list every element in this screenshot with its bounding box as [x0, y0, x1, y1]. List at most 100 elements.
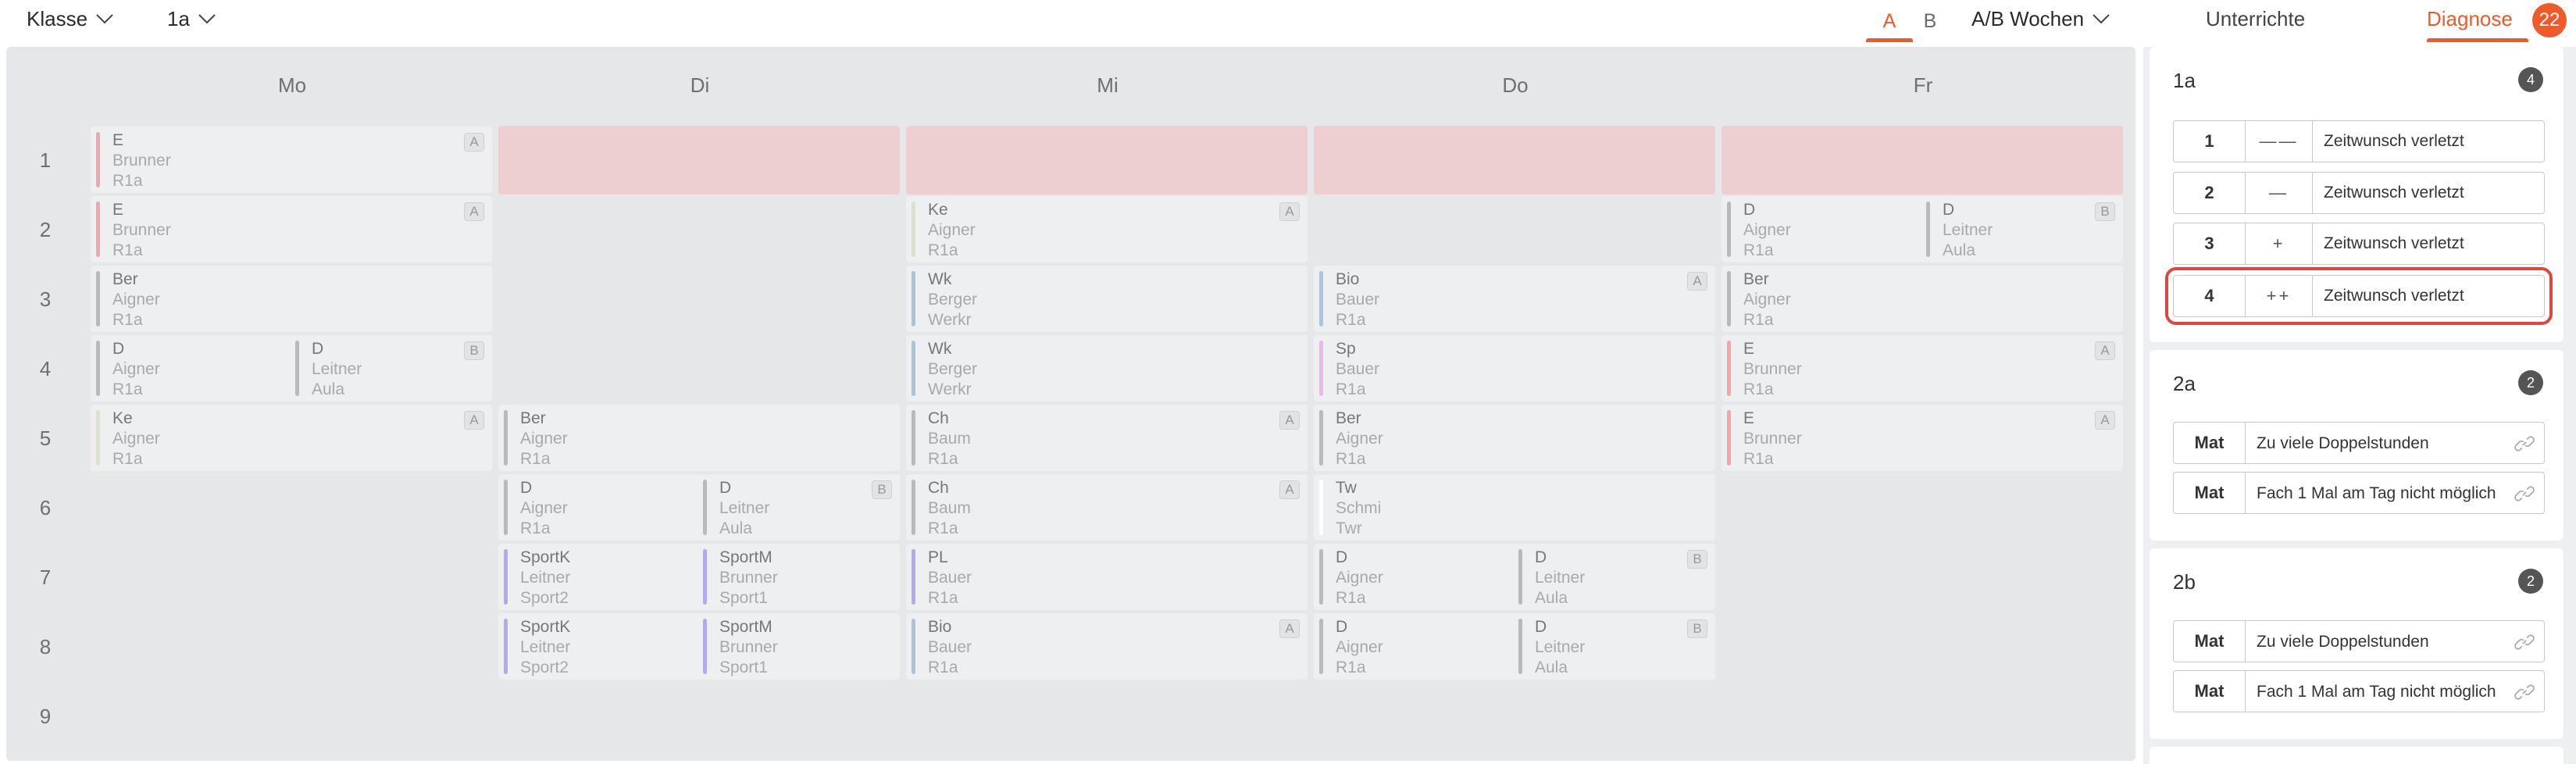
class-dropdown[interactable]: 1a	[167, 0, 216, 37]
lesson-room: R1a	[1336, 589, 1366, 607]
subject-color-bar	[96, 410, 100, 466]
lesson[interactable]: E Brunner R1a A	[1721, 405, 2123, 471]
diagnose-row[interactable]: Mat Zu viele Doppelstunden	[2173, 620, 2545, 662]
lesson-card[interactable]: SportK Leitner Sport2 SportM Brunner Sport1	[498, 544, 900, 610]
diagnose-row[interactable]: Mat Fach 1 Mal am Tag nicht möglich	[2173, 670, 2545, 712]
link-icon[interactable]	[2514, 682, 2535, 702]
lesson-card[interactable]: Ch Baum R1a A	[906, 474, 1308, 541]
lesson-teacher: Berger	[928, 360, 978, 378]
diagnose-row[interactable]: Mat Zu viele Doppelstunden	[2173, 422, 2545, 464]
blocked-slot[interactable]	[498, 126, 900, 194]
lesson[interactable]: SportK Leitner Sport2	[498, 613, 698, 680]
lesson-card[interactable]: E Brunner R1a A	[1721, 405, 2123, 471]
day-header-do: Do	[1502, 73, 1529, 97]
lesson-card[interactable]: Wk Berger Werkr	[906, 266, 1308, 332]
lesson-card[interactable]: E Brunner R1a A	[91, 196, 492, 262]
lesson[interactable]: D Aigner R1a	[91, 335, 290, 401]
lesson[interactable]: D Aigner R1a	[1314, 613, 1513, 680]
lesson[interactable]: E Brunner R1a A	[1721, 335, 2123, 401]
lesson-room: R1a	[928, 589, 958, 607]
lesson[interactable]: SportM Brunner Sport1	[698, 613, 900, 680]
lesson-card[interactable]: D Aigner R1a D Leitner Aula B	[91, 335, 492, 401]
lesson-card[interactable]: Tw Schmi Twr	[1314, 474, 1715, 541]
row-message: Fach 1 Mal am Tag nicht möglich	[2257, 484, 2496, 502]
subject-color-bar	[1727, 271, 1731, 327]
lesson-card[interactable]: Sp Bauer R1a	[1314, 335, 1715, 401]
lesson-card[interactable]: E Brunner R1a A	[1721, 335, 2123, 401]
lesson[interactable]: Ke Aigner R1a A	[91, 405, 492, 471]
lesson-card[interactable]: Wk Berger Werkr	[906, 335, 1308, 401]
lesson[interactable]: SportK Leitner Sport2	[498, 544, 698, 610]
lesson-card[interactable]: D Aigner R1a D Leitner Aula B	[498, 474, 900, 541]
lesson[interactable]: Ch Baum R1a A	[906, 474, 1308, 541]
lesson-card[interactable]: D Aigner R1a D Leitner Aula B	[1721, 196, 2123, 262]
blocked-slot[interactable]	[906, 126, 1308, 194]
lesson[interactable]: E Brunner R1a A	[91, 196, 492, 262]
lesson-card[interactable]: Ber Aigner R1a	[1314, 405, 1715, 471]
lesson-teacher: Aigner	[1336, 569, 1383, 587]
lesson-card[interactable]: Ke Aigner R1a A	[906, 196, 1308, 262]
lesson-card[interactable]: Bio Bauer R1a A	[1314, 266, 1715, 332]
lesson-card[interactable]: Ber Aigner R1a	[91, 266, 492, 332]
lesson[interactable]: PL Bauer R1a	[906, 544, 1308, 610]
lesson[interactable]: SportM Brunner Sport1	[698, 544, 900, 610]
diagnose-row[interactable]: Mat Fach 1 Mal am Tag nicht möglich	[2173, 472, 2545, 514]
week-b-tab[interactable]: B	[1914, 0, 1946, 42]
diagnose-row[interactable]: 1 —— Zeitwunsch verletzt	[2173, 120, 2545, 162]
lesson[interactable]: Sp Bauer R1a	[1314, 335, 1715, 401]
lesson[interactable]: Wk Berger Werkr	[906, 335, 1308, 401]
lesson-room: Werkr	[928, 380, 972, 398]
lesson[interactable]: D Leitner Aula B	[1513, 613, 1715, 680]
lesson-room: R1a	[928, 519, 958, 537]
lesson[interactable]: Ke Aigner R1a A	[906, 196, 1308, 262]
lesson-card[interactable]: D Aigner R1a D Leitner Aula B	[1314, 613, 1715, 680]
lesson[interactable]: D Leitner Aula B	[1921, 196, 2123, 262]
lesson-room: R1a	[1336, 311, 1366, 329]
lesson-subject: SportM	[719, 618, 772, 636]
klasse-dropdown[interactable]: Klasse	[27, 0, 114, 37]
week-a-tab[interactable]: A	[1866, 0, 1913, 42]
lesson[interactable]: Bio Bauer R1a A	[1314, 266, 1715, 332]
lesson[interactable]: Tw Schmi Twr	[1314, 474, 1715, 541]
lesson-card[interactable]: Bio Bauer R1a A	[906, 613, 1308, 680]
lesson-subject: E	[112, 201, 124, 219]
subject-color-bar	[912, 549, 915, 605]
week-tag: A	[1279, 202, 1300, 221]
lesson[interactable]: Bio Bauer R1a A	[906, 613, 1308, 680]
lesson[interactable]: E Brunner R1a A	[91, 127, 492, 193]
lesson-card[interactable]: D Aigner R1a D Leitner Aula B	[1314, 544, 1715, 610]
lesson[interactable]: D Aigner R1a	[498, 474, 698, 541]
link-icon[interactable]	[2514, 434, 2535, 454]
lesson[interactable]: Ber Aigner R1a	[498, 405, 900, 471]
diagnose-row-selected[interactable]: 4 ++ Zeitwunsch verletzt	[2165, 267, 2553, 325]
lesson[interactable]: Ber Aigner R1a	[91, 266, 492, 332]
ab-weeks-dropdown[interactable]: A/B Wochen	[1971, 0, 2110, 37]
lesson[interactable]: D Leitner Aula B	[290, 335, 492, 401]
lesson-card[interactable]: Ber Aigner R1a	[1721, 266, 2123, 332]
lesson[interactable]: D Aigner R1a	[1721, 196, 1921, 262]
lesson-card[interactable]: SportK Leitner Sport2 SportM Brunner Sport1	[498, 613, 900, 680]
lesson-card[interactable]: Ch Baum R1a A	[906, 405, 1308, 471]
lesson-card[interactable]: PL Bauer R1a	[906, 544, 1308, 610]
class-value: 1a	[167, 6, 190, 30]
lesson[interactable]: Ber Aigner R1a	[1721, 266, 2123, 332]
blocked-slot[interactable]	[1721, 126, 2123, 194]
blocked-slot[interactable]	[1314, 126, 1715, 194]
lesson[interactable]: D Leitner Aula B	[1513, 544, 1715, 610]
diagnose-row[interactable]: 3 + Zeitwunsch verletzt	[2173, 223, 2545, 265]
lesson-card[interactable]: Ke Aigner R1a A	[91, 405, 492, 471]
lesson-card[interactable]: Ber Aigner R1a	[498, 405, 900, 471]
lesson[interactable]: Ch Baum R1a A	[906, 405, 1308, 471]
lesson-card[interactable]: E Brunner R1a A	[91, 127, 492, 193]
link-icon[interactable]	[2514, 484, 2535, 504]
link-icon[interactable]	[2514, 632, 2535, 652]
lesson[interactable]: D Aigner R1a	[1314, 544, 1513, 610]
tab-unterrichte[interactable]: Unterrichte	[2206, 0, 2305, 37]
row-period: 2	[2174, 173, 2246, 213]
lesson[interactable]: D Leitner Aula B	[698, 474, 900, 541]
lesson[interactable]: Ber Aigner R1a	[1314, 405, 1715, 471]
lesson[interactable]: Wk Berger Werkr	[906, 266, 1308, 332]
diagnose-row[interactable]: 2 — Zeitwunsch verletzt	[2173, 172, 2545, 214]
tab-diagnose[interactable]: Diagnose	[2427, 0, 2513, 37]
chevron-down-icon	[2093, 14, 2110, 24]
